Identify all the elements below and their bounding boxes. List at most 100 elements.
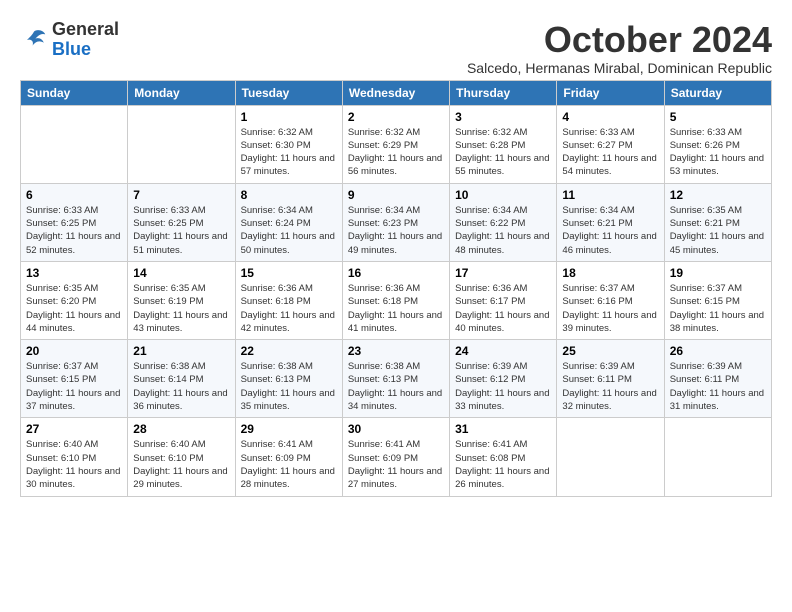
calendar-cell: 3 Sunrise: 6:32 AMSunset: 6:28 PMDaylight… <box>450 105 557 183</box>
calendar-cell: 25Sunrise: 6:39 AMSunset: 6:11 PMDayligh… <box>557 340 664 418</box>
day-header-thursday: Thursday <box>450 80 557 105</box>
day-number: 27 <box>26 422 122 436</box>
calendar-cell: 31 Sunrise: 6:41 AMSunset: 6:08 PMDayligh… <box>450 418 557 496</box>
calendar-cell: 2 Sunrise: 6:32 AMSunset: 6:29 PMDaylight… <box>342 105 449 183</box>
day-info: Sunrise: 6:34 AMSunset: 6:24 PMDaylight:… <box>241 204 337 257</box>
day-info: Sunrise: 6:37 AMSunset: 6:15 PMDaylight:… <box>26 360 122 413</box>
day-info: Sunrise: 6:37 AMSunset: 6:16 PMDaylight:… <box>562 282 658 335</box>
day-number: 1 <box>241 110 337 124</box>
day-number: 16 <box>348 266 444 280</box>
day-number: 28 <box>133 422 229 436</box>
subtitle: Salcedo, Hermanas Mirabal, Dominican Rep… <box>467 60 772 76</box>
day-info: Sunrise: 6:40 AMSunset: 6:10 PMDaylight:… <box>26 438 122 491</box>
day-number: 7 <box>133 188 229 202</box>
logo-bird-icon <box>20 26 48 54</box>
day-header-friday: Friday <box>557 80 664 105</box>
calendar-cell: 6 Sunrise: 6:33 AMSunset: 6:25 PMDaylight… <box>21 183 128 261</box>
calendar-table: SundayMondayTuesdayWednesdayThursdayFrid… <box>20 80 772 497</box>
calendar-cell: 19 Sunrise: 6:37 AMSunset: 6:15 PMDayligh… <box>664 261 771 339</box>
day-header-monday: Monday <box>128 80 235 105</box>
calendar-cell <box>664 418 771 496</box>
calendar-cell: 14 Sunrise: 6:35 AMSunset: 6:19 PMDayligh… <box>128 261 235 339</box>
day-number: 31 <box>455 422 551 436</box>
calendar-cell: 7Sunrise: 6:33 AMSunset: 6:25 PMDaylight… <box>128 183 235 261</box>
day-header-tuesday: Tuesday <box>235 80 342 105</box>
calendar-cell: 13 Sunrise: 6:35 AMSunset: 6:20 PMDayligh… <box>21 261 128 339</box>
calendar-cell: 20Sunrise: 6:37 AMSunset: 6:15 PMDayligh… <box>21 340 128 418</box>
calendar-cell: 28Sunrise: 6:40 AMSunset: 6:10 PMDayligh… <box>128 418 235 496</box>
week-row-1: 1 Sunrise: 6:32 AMSunset: 6:30 PMDaylight… <box>21 105 772 183</box>
calendar-cell: 22 Sunrise: 6:38 AMSunset: 6:13 PMDayligh… <box>235 340 342 418</box>
day-number: 10 <box>455 188 551 202</box>
day-number: 9 <box>348 188 444 202</box>
day-info: Sunrise: 6:38 AMSunset: 6:14 PMDaylight:… <box>133 360 229 413</box>
day-info: Sunrise: 6:33 AMSunset: 6:26 PMDaylight:… <box>670 126 766 179</box>
day-number: 25 <box>562 344 658 358</box>
day-number: 26 <box>670 344 766 358</box>
calendar-cell: 18Sunrise: 6:37 AMSunset: 6:16 PMDayligh… <box>557 261 664 339</box>
calendar-cell: 4Sunrise: 6:33 AMSunset: 6:27 PMDaylight… <box>557 105 664 183</box>
week-row-3: 13 Sunrise: 6:35 AMSunset: 6:20 PMDayligh… <box>21 261 772 339</box>
day-header-saturday: Saturday <box>664 80 771 105</box>
day-info: Sunrise: 6:37 AMSunset: 6:15 PMDaylight:… <box>670 282 766 335</box>
day-info: Sunrise: 6:41 AMSunset: 6:08 PMDaylight:… <box>455 438 551 491</box>
week-row-4: 20Sunrise: 6:37 AMSunset: 6:15 PMDayligh… <box>21 340 772 418</box>
day-info: Sunrise: 6:34 AMSunset: 6:23 PMDaylight:… <box>348 204 444 257</box>
day-info: Sunrise: 6:38 AMSunset: 6:13 PMDaylight:… <box>241 360 337 413</box>
day-header-sunday: Sunday <box>21 80 128 105</box>
day-info: Sunrise: 6:32 AMSunset: 6:29 PMDaylight:… <box>348 126 444 179</box>
logo: General Blue <box>20 20 119 60</box>
calendar-cell: 21 Sunrise: 6:38 AMSunset: 6:14 PMDayligh… <box>128 340 235 418</box>
day-number: 22 <box>241 344 337 358</box>
calendar-cell: 24 Sunrise: 6:39 AMSunset: 6:12 PMDayligh… <box>450 340 557 418</box>
page-header: General Blue October 2024 Salcedo, Herma… <box>20 20 772 76</box>
calendar-body: 1 Sunrise: 6:32 AMSunset: 6:30 PMDaylight… <box>21 105 772 496</box>
calendar-cell: 1 Sunrise: 6:32 AMSunset: 6:30 PMDaylight… <box>235 105 342 183</box>
calendar-cell: 23Sunrise: 6:38 AMSunset: 6:13 PMDayligh… <box>342 340 449 418</box>
day-info: Sunrise: 6:38 AMSunset: 6:13 PMDaylight:… <box>348 360 444 413</box>
calendar-cell: 29Sunrise: 6:41 AMSunset: 6:09 PMDayligh… <box>235 418 342 496</box>
day-number: 13 <box>26 266 122 280</box>
day-header-wednesday: Wednesday <box>342 80 449 105</box>
calendar-cell: 26 Sunrise: 6:39 AMSunset: 6:11 PMDayligh… <box>664 340 771 418</box>
day-number: 6 <box>26 188 122 202</box>
week-row-5: 27 Sunrise: 6:40 AMSunset: 6:10 PMDayligh… <box>21 418 772 496</box>
day-number: 19 <box>670 266 766 280</box>
day-number: 8 <box>241 188 337 202</box>
calendar-cell: 8 Sunrise: 6:34 AMSunset: 6:24 PMDaylight… <box>235 183 342 261</box>
day-number: 12 <box>670 188 766 202</box>
day-number: 15 <box>241 266 337 280</box>
day-info: Sunrise: 6:39 AMSunset: 6:11 PMDaylight:… <box>670 360 766 413</box>
calendar-cell: 27 Sunrise: 6:40 AMSunset: 6:10 PMDayligh… <box>21 418 128 496</box>
calendar-cell: 10 Sunrise: 6:34 AMSunset: 6:22 PMDayligh… <box>450 183 557 261</box>
day-info: Sunrise: 6:35 AMSunset: 6:19 PMDaylight:… <box>133 282 229 335</box>
day-number: 14 <box>133 266 229 280</box>
calendar-cell: 17 Sunrise: 6:36 AMSunset: 6:17 PMDayligh… <box>450 261 557 339</box>
day-info: Sunrise: 6:36 AMSunset: 6:17 PMDaylight:… <box>455 282 551 335</box>
day-info: Sunrise: 6:36 AMSunset: 6:18 PMDaylight:… <box>348 282 444 335</box>
calendar-cell: 30 Sunrise: 6:41 AMSunset: 6:09 PMDayligh… <box>342 418 449 496</box>
day-info: Sunrise: 6:32 AMSunset: 6:28 PMDaylight:… <box>455 126 551 179</box>
logo-text: General Blue <box>52 20 119 60</box>
day-number: 21 <box>133 344 229 358</box>
day-info: Sunrise: 6:35 AMSunset: 6:21 PMDaylight:… <box>670 204 766 257</box>
calendar-cell: 15Sunrise: 6:36 AMSunset: 6:18 PMDayligh… <box>235 261 342 339</box>
day-info: Sunrise: 6:32 AMSunset: 6:30 PMDaylight:… <box>241 126 337 179</box>
day-number: 24 <box>455 344 551 358</box>
title-block: October 2024 Salcedo, Hermanas Mirabal, … <box>467 20 772 76</box>
day-info: Sunrise: 6:33 AMSunset: 6:25 PMDaylight:… <box>26 204 122 257</box>
day-info: Sunrise: 6:34 AMSunset: 6:21 PMDaylight:… <box>562 204 658 257</box>
week-row-2: 6 Sunrise: 6:33 AMSunset: 6:25 PMDaylight… <box>21 183 772 261</box>
day-info: Sunrise: 6:34 AMSunset: 6:22 PMDaylight:… <box>455 204 551 257</box>
calendar-cell <box>557 418 664 496</box>
day-number: 3 <box>455 110 551 124</box>
calendar-cell <box>128 105 235 183</box>
calendar-cell: 5Sunrise: 6:33 AMSunset: 6:26 PMDaylight… <box>664 105 771 183</box>
day-info: Sunrise: 6:39 AMSunset: 6:12 PMDaylight:… <box>455 360 551 413</box>
day-number: 17 <box>455 266 551 280</box>
day-info: Sunrise: 6:35 AMSunset: 6:20 PMDaylight:… <box>26 282 122 335</box>
day-info: Sunrise: 6:41 AMSunset: 6:09 PMDaylight:… <box>241 438 337 491</box>
day-number: 30 <box>348 422 444 436</box>
day-number: 2 <box>348 110 444 124</box>
day-info: Sunrise: 6:41 AMSunset: 6:09 PMDaylight:… <box>348 438 444 491</box>
